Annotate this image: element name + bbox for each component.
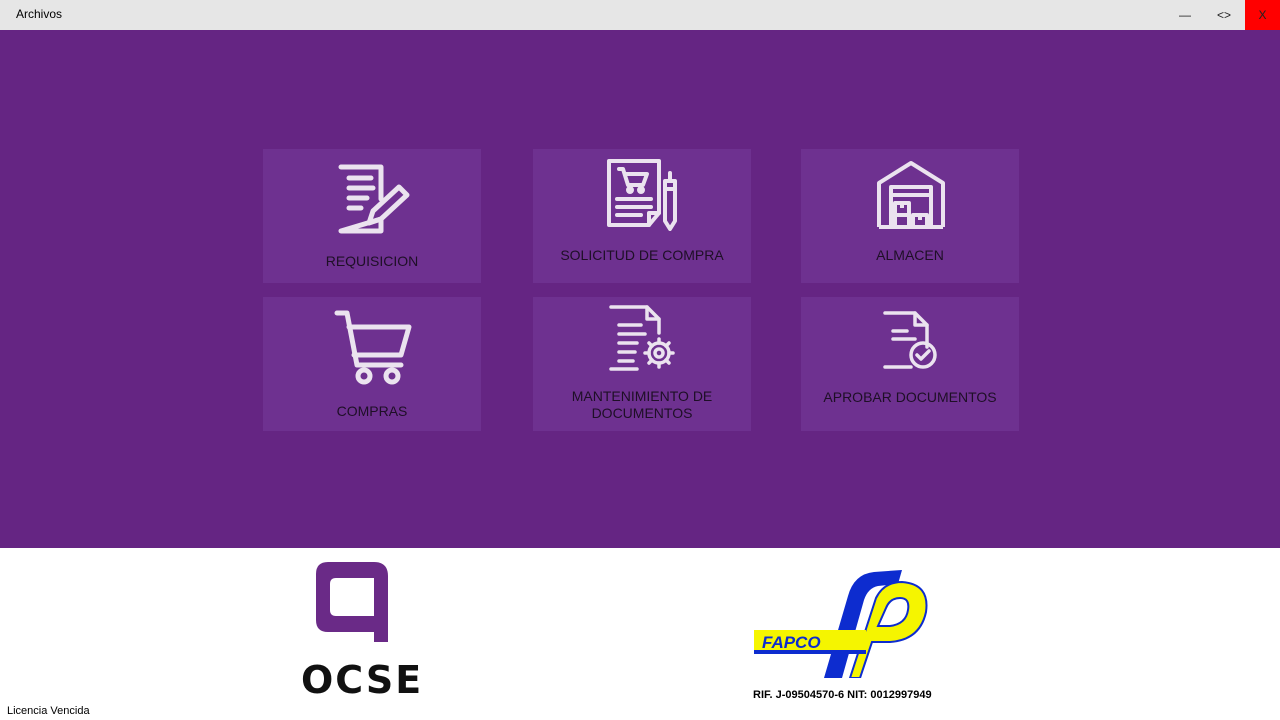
ocse-logo-text: OCSE	[301, 658, 424, 702]
fapco-logo-text: FAPCO	[762, 633, 821, 652]
tile-requisicion[interactable]: REQUISICION	[263, 149, 481, 283]
title-bar: Archivos — <> X	[0, 0, 1280, 30]
footer: OCSE FAPCO RIF. J-09504570-6 NIT: 001299…	[0, 548, 1280, 720]
document-edit-icon	[338, 164, 410, 234]
tile-label: ALMACEN	[876, 247, 944, 263]
tile-label: COMPRAS	[336, 403, 408, 419]
tile-label: MANTENIMIENTO DE DOCUMENTOS	[571, 388, 713, 421]
company-id-text: RIF. J-09504570-6 NIT: 0012997949	[753, 689, 932, 701]
purchase-request-icon	[607, 159, 677, 231]
window-title: Archivos	[16, 7, 63, 21]
document-settings-icon	[609, 305, 675, 371]
warehouse-icon	[877, 161, 945, 229]
tile-label: APROBAR DOCUMENTOS	[823, 389, 997, 405]
tile-almacen[interactable]: ALMACEN	[801, 149, 1019, 283]
license-status: Licencia Vencida	[7, 705, 90, 717]
tile-compras[interactable]: COMPRAS	[263, 297, 481, 431]
tile-aprobar-documentos[interactable]: APROBAR DOCUMENTOS	[801, 297, 1019, 431]
document-approve-icon	[883, 311, 937, 369]
shopping-cart-icon	[334, 310, 412, 385]
tile-mantenimiento-de-documentos[interactable]: MANTENIMIENTO DE DOCUMENTOS	[533, 297, 751, 431]
tile-label: SOLICITUD DE COMPRA	[560, 247, 724, 263]
tile-solicitud-de-compra[interactable]: SOLICITUD DE COMPRA	[533, 149, 751, 283]
fapco-logo-mark: FAPCO	[754, 570, 928, 678]
restore-button[interactable]: <>	[1206, 0, 1242, 30]
minimize-button[interactable]: —	[1167, 0, 1203, 30]
ocse-logo-mark	[316, 562, 388, 642]
main-menu-panel: REQUISICION SOLICITUD DE COMPRA ALMACEN …	[0, 30, 1280, 548]
tile-label: REQUISICION	[325, 253, 419, 269]
close-button[interactable]: X	[1245, 0, 1280, 30]
